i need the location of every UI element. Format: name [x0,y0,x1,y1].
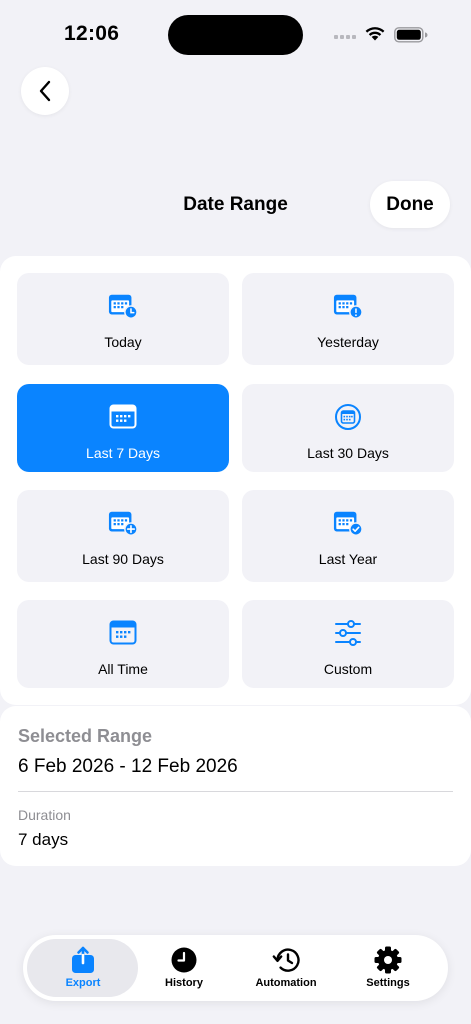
calendar-clock-icon [108,291,138,321]
dynamic-island [168,15,303,55]
calendar-exclamation-icon [333,291,363,321]
option-last-year[interactable]: Last Year [242,490,454,582]
option-label: Yesterday [317,334,379,350]
option-label: Last 30 Days [307,445,389,461]
selected-range-value: 6 Feb 2026 - 12 Feb 2026 [18,756,238,777]
option-last-7-days[interactable]: Last 7 Days [17,384,229,472]
option-last-90-days[interactable]: Last 90 Days [17,490,229,582]
wifi-icon [365,27,385,41]
option-label: Custom [323,661,373,677]
duration-value: 7 days [18,830,69,849]
option-label: Last 7 Days [86,445,160,461]
gear-icon [374,946,402,974]
date-range-options: Today Yesterday Last 7 Days Last 30 Days… [0,256,471,705]
back-button[interactable] [21,67,69,115]
calendar-plus-icon [108,508,138,538]
option-yesterday[interactable]: Yesterday [242,273,454,365]
chevron-left-icon [39,80,51,102]
calendar-icon [108,618,138,648]
tab-label: Settings [366,977,410,989]
tab-automation[interactable]: Automation [233,935,339,1001]
tab-label: Export [65,977,101,989]
duration-title: Duration [18,807,71,823]
selected-range-title: Selected Range [18,726,153,746]
cellular-signal-icon [334,35,356,39]
calendar-icon [108,402,138,432]
tab-bar: Export History Automation Settings [23,935,448,1001]
tab-label: History [165,977,203,989]
status-bar: 12:06 [0,0,471,70]
option-label: All Time [98,661,148,677]
option-all-time[interactable]: All Time [17,600,229,688]
battery-icon [394,27,428,43]
calendar-check-icon [333,508,363,538]
option-label: Last Year [318,551,378,567]
tab-label: Automation [255,977,317,989]
option-last-30-days[interactable]: Last 30 Days [242,384,454,472]
selected-range-card: Selected Range 6 Feb 2026 - 12 Feb 2026 … [0,706,471,866]
tab-history[interactable]: History [131,935,237,1001]
option-label: Today [104,334,142,350]
calendar-circle-icon [333,402,363,432]
tab-export[interactable]: Export [30,935,136,1001]
clock-icon [171,946,197,974]
status-time: 12:06 [64,22,120,45]
option-today[interactable]: Today [17,273,229,365]
export-icon [70,946,96,974]
divider [18,791,453,792]
option-label: Last 90 Days [82,551,164,567]
done-button[interactable]: Done [370,181,450,228]
history-icon [271,946,301,974]
sliders-icon [333,618,363,648]
option-custom[interactable]: Custom [242,600,454,688]
tab-settings[interactable]: Settings [335,935,441,1001]
